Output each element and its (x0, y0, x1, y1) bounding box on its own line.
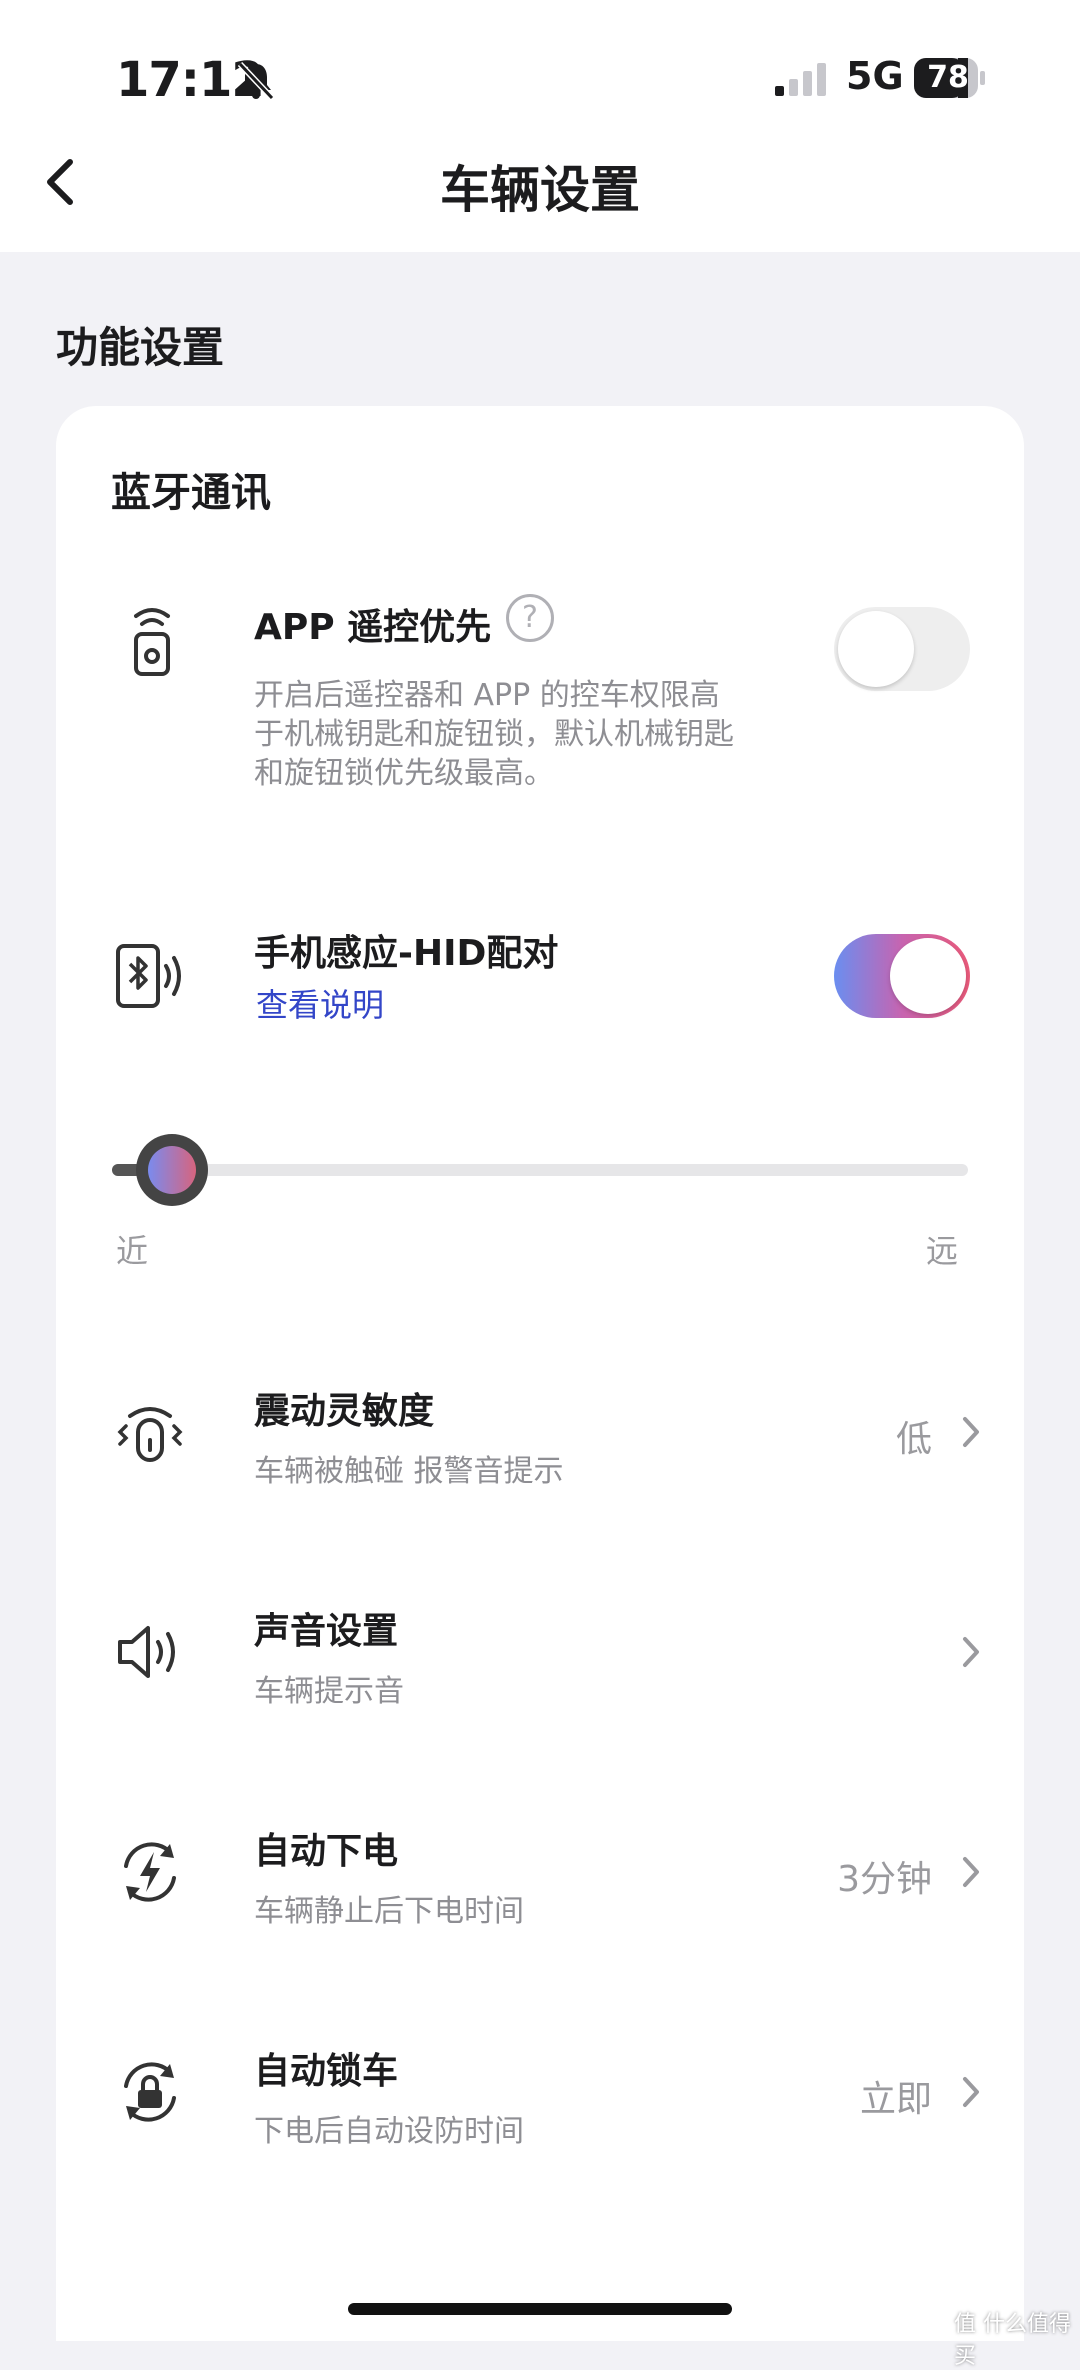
app-remote-toggle[interactable] (834, 607, 970, 691)
bell-muted-icon (237, 61, 275, 101)
battery-level: 78 (927, 60, 969, 95)
help-icon[interactable]: ? (506, 594, 554, 642)
watermark: 值 什么值得买 (954, 2312, 1071, 2369)
range-min-label: 近 (116, 1232, 149, 1270)
auto-power-off-subtitle: 车辆静止后下电时间 (254, 1894, 524, 1929)
hid-pairing-title: 手机感应-HID配对 (254, 933, 559, 974)
app-remote-description: 开启后遥控器和 APP 的控车权限高于机械钥匙和旋钮锁，默认机械钥匙和旋钮锁优先… (254, 678, 734, 791)
auto-power-icon (124, 1842, 176, 1902)
scooter-vibration-icon (117, 1407, 183, 1462)
vibration-subtitle: 车辆被触碰 报警音提示 (254, 1454, 564, 1489)
chevron-right-icon (963, 1417, 979, 1447)
auto-lock-value: 立即 (859, 2079, 932, 2120)
speaker-icon (118, 1626, 175, 1678)
chevron-right-icon (963, 1637, 979, 1667)
sound-subtitle: 车辆提示音 (254, 1674, 404, 1709)
app-remote-title: APP 遥控优先 (254, 607, 492, 648)
vibration-value: 低 (895, 1419, 932, 1460)
page-title: 车辆设置 (440, 161, 640, 219)
chevron-right-icon (963, 2077, 979, 2107)
sensing-range-track[interactable] (112, 1164, 968, 1176)
network-type: 5G (846, 54, 904, 98)
chevron-right-icon (963, 1857, 979, 1887)
toggle-knob (890, 938, 966, 1014)
view-instructions-link[interactable]: 查看说明 (256, 980, 384, 1026)
auto-power-off-title: 自动下电 (254, 1831, 399, 1872)
sound-title: 声音设置 (254, 1611, 399, 1652)
card-title: 蓝牙通讯 (111, 470, 271, 516)
toggle-knob (838, 611, 914, 687)
bluetooth-phone-icon (116, 944, 181, 1008)
sensing-range-thumb[interactable] (135, 1134, 208, 1206)
vibration-title: 震动灵敏度 (254, 1391, 435, 1432)
auto-lock-title: 自动锁车 (254, 2051, 399, 2092)
section-title: 功能设置 (56, 323, 225, 372)
auto-power-off-value: 3分钟 (837, 1859, 932, 1900)
sound-row[interactable] (56, 1580, 1024, 1740)
remote-control-icon (134, 608, 170, 676)
auto-lock-subtitle: 下电后自动设防时间 (254, 2114, 524, 2149)
signal-icon (775, 63, 826, 96)
home-indicator[interactable] (348, 2303, 732, 2315)
auto-lock-icon (124, 2062, 176, 2122)
hid-pairing-toggle[interactable] (834, 934, 970, 1018)
range-max-label: 远 (926, 1232, 959, 1270)
